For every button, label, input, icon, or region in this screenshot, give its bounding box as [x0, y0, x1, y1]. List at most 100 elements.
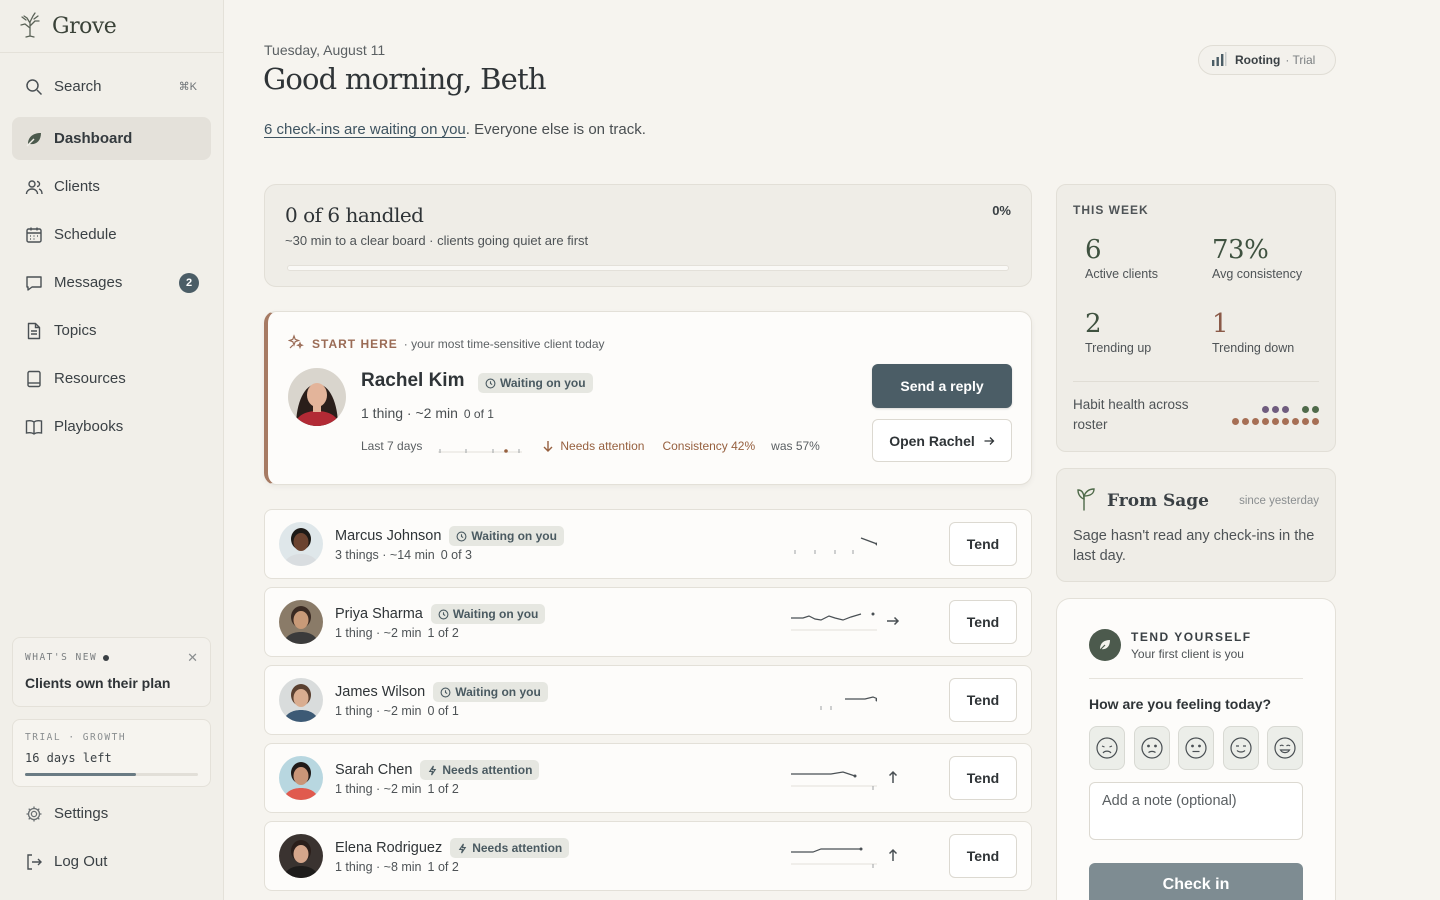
sidebar-item-label: Resources [54, 370, 126, 387]
avatar[interactable] [279, 600, 323, 644]
mood-selector [1089, 726, 1303, 770]
tend-button[interactable]: Tend [949, 600, 1017, 644]
sidebar-item-clients[interactable]: Clients [12, 165, 211, 208]
sidebar-item-messages[interactable]: Messages 2 [12, 261, 211, 304]
avatar[interactable] [288, 368, 346, 426]
last-days-label: Last 7 days [361, 439, 423, 453]
divider [1073, 381, 1319, 382]
whats-new-title: Clients own their plan [25, 675, 171, 691]
clock-icon [440, 687, 451, 697]
client-meta: 1 thing · ~2 min 1 of 2 [335, 782, 459, 796]
stat-trending-up: 2 Trending up [1085, 309, 1152, 355]
brand[interactable]: Grove [0, 0, 223, 53]
happy-face-icon [1274, 737, 1296, 759]
habit-health-label: Habit health across roster [1073, 397, 1189, 432]
document-icon [24, 321, 44, 341]
client-name[interactable]: Sarah Chen [335, 762, 412, 778]
logout-button[interactable]: Log Out [12, 840, 211, 883]
plan-tier: · Trial [1285, 53, 1316, 67]
tend-yourself-subtitle: Your first client is you [1131, 646, 1244, 661]
client-name[interactable]: Priya Sharma [335, 606, 423, 622]
sidebar: Grove Search ⌘K Dashboard Clients Schedu… [0, 0, 224, 900]
bolt-icon [458, 843, 467, 853]
tend-button[interactable]: Tend [949, 678, 1017, 722]
habit-dot [1282, 406, 1289, 413]
close-icon[interactable]: ✕ [187, 650, 198, 666]
waiting-checkins-link[interactable]: 6 check-ins are waiting on you [264, 121, 466, 138]
sidebar-item-schedule[interactable]: Schedule [12, 213, 211, 256]
client-name[interactable]: James Wilson [335, 684, 425, 700]
plan-name: Rooting [1235, 53, 1281, 67]
mood-happy-button[interactable] [1267, 726, 1303, 770]
search-label: Search [54, 78, 102, 95]
logout-icon [24, 852, 44, 872]
plan-status-pill[interactable]: Rooting · Trial [1198, 45, 1336, 75]
tend-yourself-card: TEND YOURSELF Your first client is you H… [1056, 598, 1336, 900]
start-here-card: START HERE · your most time-sensitive cl… [264, 311, 1032, 485]
tend-button[interactable]: Tend [949, 834, 1017, 878]
consistency-value: Consistency 42% [662, 439, 756, 453]
check-in-button[interactable]: Check in [1089, 863, 1303, 900]
sidebar-item-resources[interactable]: Resources [12, 357, 211, 400]
mood-neutral-button[interactable] [1178, 726, 1214, 770]
habit-dot [1262, 418, 1269, 425]
activity-sparkline [791, 612, 877, 631]
unread-dot [103, 654, 110, 661]
mood-content-button[interactable] [1222, 726, 1259, 770]
sage-since: since yesterday [1239, 494, 1319, 507]
sad-face-icon [1140, 737, 1163, 759]
client-row[interactable]: Marcus Johnson Waiting on you 3 things · ~… [264, 509, 1032, 579]
mood-very-sad-button[interactable] [1089, 726, 1125, 770]
progress-title: 0 of 6 handled [285, 203, 424, 227]
client-row[interactable]: Elena Rodriguez Needs attention 1 thing · … [264, 821, 1032, 891]
status-badge: Waiting on you [478, 373, 593, 393]
client-row[interactable]: Sarah Chen Needs attention 1 thing · ~2 mi… [264, 743, 1032, 813]
habit-health-dots[interactable] [1229, 406, 1319, 430]
settings-button[interactable]: Settings [12, 792, 211, 835]
sidebar-item-label: Clients [54, 178, 100, 195]
very-sad-face-icon [1096, 737, 1118, 759]
client-name[interactable]: Elena Rodriguez [335, 840, 442, 856]
habit-dot [1302, 406, 1309, 413]
habit-dot [1302, 418, 1309, 425]
gear-icon [24, 804, 44, 824]
activity-sparkline [820, 696, 877, 710]
mood-sad-button[interactable] [1133, 726, 1170, 770]
sidebar-item-label: Dashboard [54, 130, 133, 147]
leaf-badge-icon [1089, 629, 1121, 661]
sidebar-item-dashboard[interactable]: Dashboard [12, 117, 211, 160]
avatar[interactable] [279, 834, 323, 878]
mood-note-field[interactable] [1089, 782, 1303, 840]
search-shortcut: ⌘K [178, 81, 197, 93]
avatar[interactable] [279, 756, 323, 800]
tend-button[interactable]: Tend [949, 522, 1017, 566]
activity-sparkline [794, 537, 877, 554]
client-row[interactable]: James Wilson Waiting on you 1 thing · ~2 m… [264, 665, 1032, 735]
sage-message: Sage hasn't read any check-ins in the la… [1073, 528, 1315, 564]
start-here-meta: 1 thing · ~2 min 0 of 1 [361, 405, 494, 421]
avatar[interactable] [279, 522, 323, 566]
whats-new-card[interactable]: WHAT'S NEW ✕ Clients own their plan [12, 637, 211, 707]
client-meta: 1 thing · ~2 min 0 of 1 [335, 704, 459, 718]
arrow-up-icon [885, 847, 901, 863]
trial-status[interactable]: TRIAL · GROWTH 16 days left [12, 719, 211, 787]
habit-dot [1312, 406, 1319, 413]
start-here-client-name[interactable]: Rachel Kim [361, 370, 464, 392]
brand-name: Grove [52, 13, 117, 39]
divider [1089, 678, 1303, 679]
sidebar-item-topics[interactable]: Topics [12, 309, 211, 352]
search-button[interactable]: Search ⌘K [12, 65, 211, 108]
open-client-button[interactable]: Open Rachel [872, 419, 1012, 462]
arrow-up-icon [885, 769, 901, 785]
avatar[interactable] [279, 678, 323, 722]
tablet-icon [24, 369, 44, 389]
sidebar-item-playbooks[interactable]: Playbooks [12, 405, 211, 448]
client-row[interactable]: Priya Sharma Waiting on you 1 thing · ~2 m… [264, 587, 1032, 657]
sage-card: From Sage since yesterday Sage hasn't re… [1056, 468, 1336, 582]
send-reply-button[interactable]: Send a reply [872, 364, 1012, 408]
tree-logo-icon [16, 10, 44, 43]
logout-label: Log Out [54, 853, 108, 870]
client-name[interactable]: Marcus Johnson [335, 528, 441, 544]
tend-button[interactable]: Tend [949, 756, 1017, 800]
trial-days-left: 16 days left [25, 751, 112, 765]
